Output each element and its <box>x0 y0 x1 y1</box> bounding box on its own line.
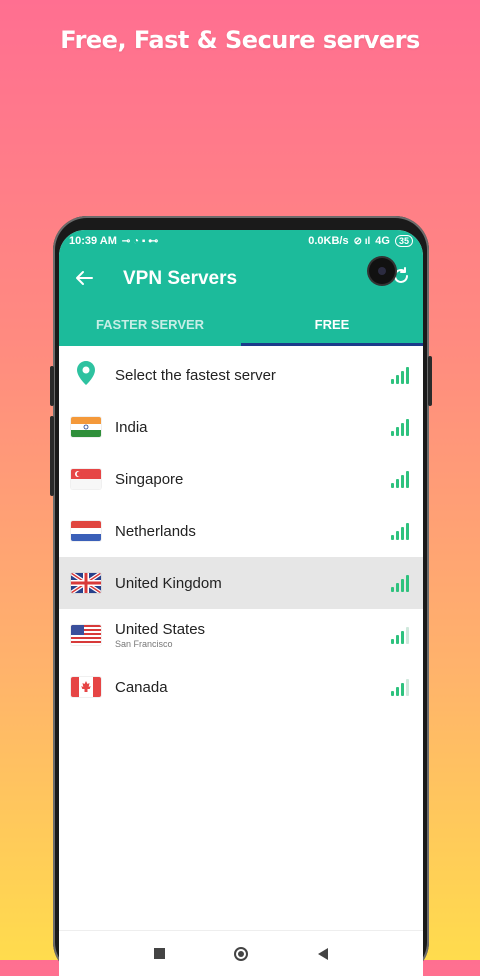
phone-frame: 10:39 AM ⊸ ◔ ▪ ⊷ 0.0KB/s ⊘ ıl 4G 35 VPN … <box>50 216 432 976</box>
canada-flag-icon <box>71 677 101 697</box>
list-item[interactable]: Singapore <box>59 453 423 505</box>
signal-status-icon: ⊘ ıl <box>353 235 371 247</box>
phone-volume-button <box>50 366 54 406</box>
phone-power-button <box>428 356 432 406</box>
signal-strength-icon <box>391 574 409 592</box>
signal-strength-icon <box>391 678 409 696</box>
uk-flag-icon <box>71 573 101 593</box>
list-item-selected[interactable]: United Kingdom <box>59 557 423 609</box>
promo-headline: Free, Fast & Secure servers <box>60 26 420 54</box>
phone-side-button <box>50 416 54 496</box>
server-tabs: FASTER SERVER FREE <box>59 306 423 346</box>
list-item[interactable]: Canada <box>59 661 423 713</box>
recent-apps-icon[interactable] <box>153 948 165 959</box>
server-location: San Francisco <box>115 639 173 649</box>
india-flag-icon <box>71 417 101 437</box>
server-list: Select the fastest server India Singapor… <box>59 349 423 713</box>
signal-strength-icon <box>391 470 409 488</box>
list-item[interactable]: United States San Francisco <box>59 609 423 661</box>
status-icons-left: ⊸ ◔ ▪ ⊷ <box>121 235 159 247</box>
server-name: Canada <box>115 678 168 696</box>
server-name: Netherlands <box>115 522 196 540</box>
location-pin-icon <box>71 360 101 390</box>
back-arrow-icon[interactable] <box>59 266 109 292</box>
status-time: 10:39 AM <box>69 235 117 247</box>
signal-strength-icon <box>391 626 409 644</box>
network-type: 4G <box>375 235 390 247</box>
server-name: United States <box>115 621 206 638</box>
tab-faster-server[interactable]: FASTER SERVER <box>59 306 241 346</box>
singapore-flag-icon <box>71 469 101 489</box>
signal-strength-icon <box>391 418 409 436</box>
system-nav-bar <box>59 930 423 976</box>
server-name: India <box>115 418 148 436</box>
app-bar: VPN Servers <box>59 252 423 306</box>
home-icon[interactable] <box>234 946 249 961</box>
page-title: VPN Servers <box>123 268 238 289</box>
front-camera <box>369 258 395 284</box>
server-name: Singapore <box>115 470 184 488</box>
list-item[interactable]: India <box>59 401 423 453</box>
status-bar: 10:39 AM ⊸ ◔ ▪ ⊷ 0.0KB/s ⊘ ıl 4G 35 <box>59 230 423 252</box>
back-triangle-icon[interactable] <box>318 947 329 960</box>
server-name: United Kingdom <box>115 574 222 592</box>
signal-strength-icon <box>391 366 409 384</box>
usa-flag-icon <box>71 625 101 645</box>
network-speed: 0.0KB/s <box>308 235 349 247</box>
list-item[interactable]: Select the fastest server <box>59 349 423 401</box>
tab-free[interactable]: FREE <box>241 306 423 346</box>
signal-strength-icon <box>391 522 409 540</box>
battery-indicator: 35 <box>394 235 413 247</box>
netherlands-flag-icon <box>71 521 101 541</box>
phone-screen: 10:39 AM ⊸ ◔ ▪ ⊷ 0.0KB/s ⊘ ıl 4G 35 VPN … <box>59 230 423 976</box>
list-item[interactable]: Netherlands <box>59 505 423 557</box>
server-name: Select the fastest server <box>115 366 276 384</box>
